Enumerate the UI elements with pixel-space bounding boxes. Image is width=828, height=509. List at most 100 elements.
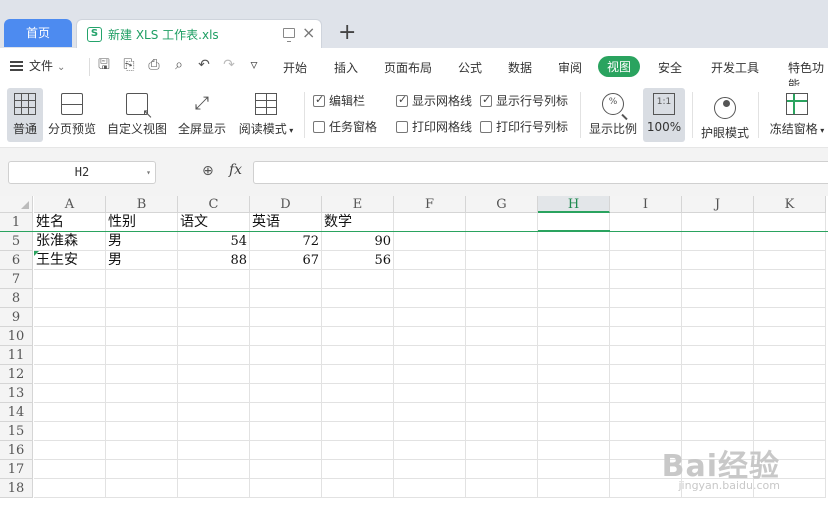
print-preview-icon[interactable]: ⌕ (171, 57, 187, 73)
close-tab-icon[interactable]: × (302, 23, 315, 42)
chevron-down-icon[interactable]: ▾ (146, 162, 151, 183)
cell-j9[interactable] (682, 308, 754, 327)
cell-e8[interactable] (322, 289, 394, 308)
cell-f12[interactable] (394, 365, 466, 384)
cell-g14[interactable] (466, 403, 538, 422)
cell-e6[interactable]: 56 (322, 251, 394, 270)
cell-a6[interactable]: 王生安 (34, 251, 106, 270)
cell-c9[interactable] (178, 308, 250, 327)
cell-a14[interactable] (34, 403, 106, 422)
cell-d8[interactable] (250, 289, 322, 308)
cell-c13[interactable] (178, 384, 250, 403)
cell-d12[interactable] (250, 365, 322, 384)
cell-k13[interactable] (754, 384, 826, 403)
cell-a12[interactable] (34, 365, 106, 384)
print-headings-checkbox[interactable]: 打印行号列标 (480, 118, 568, 135)
cell-h11[interactable] (538, 346, 610, 365)
column-header-f[interactable]: F (394, 196, 466, 213)
cell-h6[interactable] (538, 251, 610, 270)
row-header-15[interactable]: 15 (0, 422, 33, 441)
cell-f17[interactable] (394, 460, 466, 479)
cell-i1[interactable] (610, 213, 682, 232)
cell-f15[interactable] (394, 422, 466, 441)
row-header-18[interactable]: 18 (0, 479, 33, 498)
cell-e13[interactable] (322, 384, 394, 403)
cell-d6[interactable]: 67 (250, 251, 322, 270)
cell-a17[interactable] (34, 460, 106, 479)
cell-c16[interactable] (178, 441, 250, 460)
page-break-preview-button[interactable]: 分页预览 (47, 88, 97, 142)
cell-f1[interactable] (394, 213, 466, 232)
select-all-corner[interactable] (0, 196, 33, 213)
cell-j6[interactable] (682, 251, 754, 270)
cell-k14[interactable] (754, 403, 826, 422)
restore-window-icon[interactable] (283, 28, 295, 42)
reading-mode-button[interactable]: 阅读模式 ▾ (236, 88, 296, 142)
cell-a1[interactable]: 姓名 (34, 213, 106, 232)
cell-e17[interactable] (322, 460, 394, 479)
cell-g13[interactable] (466, 384, 538, 403)
cell-a7[interactable] (34, 270, 106, 289)
cell-a15[interactable] (34, 422, 106, 441)
cell-d14[interactable] (250, 403, 322, 422)
cell-k6[interactable] (754, 251, 826, 270)
cell-b17[interactable] (106, 460, 178, 479)
cell-i7[interactable] (610, 270, 682, 289)
cell-d9[interactable] (250, 308, 322, 327)
cell-c14[interactable] (178, 403, 250, 422)
cell-k15[interactable] (754, 422, 826, 441)
cell-b15[interactable] (106, 422, 178, 441)
cell-g9[interactable] (466, 308, 538, 327)
cell-b12[interactable] (106, 365, 178, 384)
cell-e7[interactable] (322, 270, 394, 289)
cell-a5[interactable]: 张淮森 (34, 232, 106, 251)
cell-d11[interactable] (250, 346, 322, 365)
cell-j14[interactable] (682, 403, 754, 422)
cell-g11[interactable] (466, 346, 538, 365)
cell-f18[interactable] (394, 479, 466, 498)
row-header-14[interactable]: 14 (0, 403, 33, 422)
cell-j10[interactable] (682, 327, 754, 346)
cell-h13[interactable] (538, 384, 610, 403)
cell-g12[interactable] (466, 365, 538, 384)
cell-c6[interactable]: 88 (178, 251, 250, 270)
cell-j8[interactable] (682, 289, 754, 308)
cell-b18[interactable] (106, 479, 178, 498)
cell-e9[interactable] (322, 308, 394, 327)
cell-j5[interactable] (682, 232, 754, 251)
cell-i14[interactable] (610, 403, 682, 422)
cell-j15[interactable] (682, 422, 754, 441)
cell-k10[interactable] (754, 327, 826, 346)
menu-tab-review[interactable]: 审阅 (558, 59, 582, 76)
menu-tab-formulas[interactable]: 公式 (458, 59, 482, 76)
cell-h12[interactable] (538, 365, 610, 384)
row-header-10[interactable]: 10 (0, 327, 33, 346)
cell-b9[interactable] (106, 308, 178, 327)
print-icon[interactable]: ⎙ (146, 57, 162, 73)
cell-g6[interactable] (466, 251, 538, 270)
row-header-6[interactable]: 6 (0, 251, 33, 270)
cell-b6[interactable]: 男 (106, 251, 178, 270)
cell-e14[interactable] (322, 403, 394, 422)
cell-g18[interactable] (466, 479, 538, 498)
row-header-5[interactable]: 5 (0, 232, 33, 251)
cell-b11[interactable] (106, 346, 178, 365)
cell-d13[interactable] (250, 384, 322, 403)
cell-i11[interactable] (610, 346, 682, 365)
cell-f11[interactable] (394, 346, 466, 365)
row-header-12[interactable]: 12 (0, 365, 33, 384)
cell-d18[interactable] (250, 479, 322, 498)
cell-h8[interactable] (538, 289, 610, 308)
cell-b7[interactable] (106, 270, 178, 289)
cell-a11[interactable] (34, 346, 106, 365)
cell-h18[interactable] (538, 479, 610, 498)
column-header-d[interactable]: D (250, 196, 322, 213)
cell-b10[interactable] (106, 327, 178, 346)
show-gridlines-checkbox[interactable]: 显示网格线 (396, 92, 472, 109)
redo-icon[interactable]: ↷ (221, 57, 237, 73)
cell-h15[interactable] (538, 422, 610, 441)
cell-g17[interactable] (466, 460, 538, 479)
cell-i13[interactable] (610, 384, 682, 403)
cell-g1[interactable] (466, 213, 538, 232)
cell-g15[interactable] (466, 422, 538, 441)
